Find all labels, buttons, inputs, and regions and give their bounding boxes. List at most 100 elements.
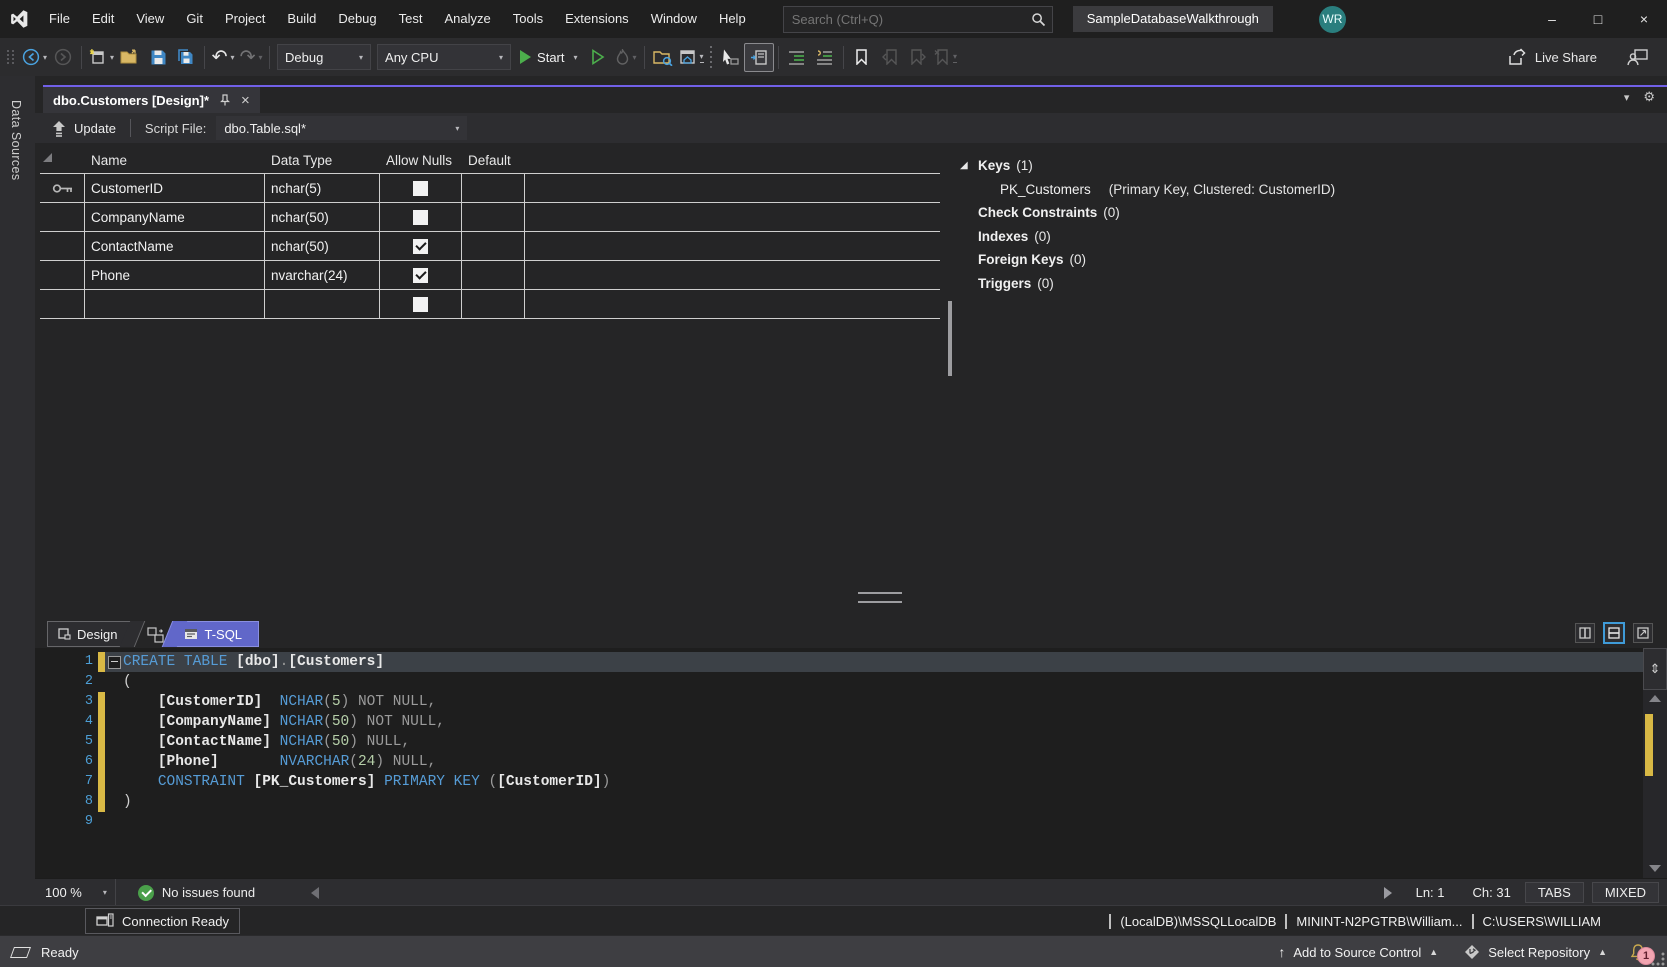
code-line[interactable]: 4 [CompanyName] NCHAR(50) NOT NULL, <box>35 712 1643 732</box>
row-header[interactable] <box>40 203 85 231</box>
cell-data-type[interactable]: nchar(50) <box>265 203 380 231</box>
save-all-button[interactable] <box>172 44 200 71</box>
tab-close-icon[interactable]: × <box>241 92 250 109</box>
editor-vertical-scrollbar[interactable]: ⇕ <box>1643 648 1667 878</box>
tree-item-indexes[interactable]: Indexes(0) <box>960 225 1657 249</box>
add-to-source-control-button[interactable]: ↑ Add to Source Control ▲ <box>1268 936 1448 967</box>
selection-pointer-button[interactable] <box>716 44 744 71</box>
search-box[interactable] <box>783 6 1053 33</box>
start-debugging-button[interactable]: Start ▾ <box>514 44 583 71</box>
resize-grip[interactable] <box>1651 952 1665 966</box>
avatar[interactable]: WR <box>1319 6 1346 33</box>
open-file-button[interactable] <box>116 44 144 71</box>
redo-button[interactable]: ↷ ▾ <box>237 44 265 71</box>
menu-test[interactable]: Test <box>388 0 434 38</box>
toolbar-drag-grip[interactable] <box>7 50 15 64</box>
new-project-button[interactable]: ▾ <box>86 44 116 71</box>
cell-data-type[interactable] <box>265 290 380 318</box>
horizontal-splitter-grip[interactable] <box>858 592 902 603</box>
split-pane-horizontal-button[interactable] <box>1603 622 1625 644</box>
swap-panes-icon[interactable] <box>147 627 164 643</box>
cell-default[interactable] <box>462 203 525 231</box>
close-button[interactable]: × <box>1621 0 1667 38</box>
editor-split-handle[interactable]: ⇕ <box>1643 648 1667 690</box>
allow-nulls-checkbox[interactable] <box>413 239 428 254</box>
tab-data-sources[interactable]: Data Sources <box>9 100 23 181</box>
code-line[interactable]: 3 [CustomerID] NCHAR(5) NOT NULL, <box>35 692 1643 712</box>
cell-trailing[interactable] <box>525 290 940 318</box>
split-pane-vertical-button[interactable] <box>1575 623 1595 643</box>
code-pane-toggle-button[interactable] <box>744 43 774 72</box>
row-header[interactable] <box>40 174 85 202</box>
row-header[interactable] <box>40 290 85 318</box>
scroll-down-arrow[interactable] <box>1643 860 1667 876</box>
search-input[interactable] <box>790 11 1031 28</box>
maximize-button[interactable]: □ <box>1575 0 1621 38</box>
unindent-button[interactable] <box>811 44 839 71</box>
zoom-dropdown[interactable]: 100 % ▾ <box>35 879 116 906</box>
live-share-button[interactable]: Live Share <box>1508 48 1597 66</box>
cell-name[interactable] <box>85 290 265 318</box>
cell-name[interactable]: Phone <box>85 261 265 289</box>
solution-name[interactable]: SampleDatabaseWalkthrough <box>1073 6 1273 32</box>
navigate-forward-button[interactable] <box>49 44 77 71</box>
solution-platform-dropdown[interactable]: Any CPU▾ <box>377 44 511 70</box>
cell-default[interactable] <box>462 261 525 289</box>
allow-nulls-checkbox[interactable] <box>413 297 428 312</box>
undo-caret[interactable]: ▾ <box>230 53 234 62</box>
tree-item-foreign-keys[interactable]: Foreign Keys(0) <box>960 248 1657 272</box>
cell-trailing[interactable] <box>525 261 940 289</box>
pin-icon[interactable] <box>219 94 231 106</box>
document-options-gear-icon[interactable]: ⚙ <box>1643 89 1655 105</box>
cell-allow-nulls[interactable] <box>380 261 462 289</box>
designer-vertical-splitter[interactable] <box>948 301 952 376</box>
cell-data-type[interactable]: nvarchar(24) <box>265 261 380 289</box>
select-repository-button[interactable]: Select Repository ▲ <box>1454 936 1617 967</box>
cell-data-type[interactable]: nchar(5) <box>265 174 380 202</box>
row-header[interactable] <box>40 261 85 289</box>
visual-studio-logo-icon[interactable] <box>0 0 38 38</box>
solution-explorer-button[interactable]: ▾ <box>677 44 706 71</box>
tab-dbo-customers-design[interactable]: dbo.Customers [Design]* × <box>43 87 260 113</box>
code-line[interactable]: 5 [ContactName] NCHAR(50) NULL, <box>35 732 1643 752</box>
scroll-right-arrow[interactable] <box>1384 887 1392 899</box>
cell-default[interactable] <box>462 174 525 202</box>
document-well-dropdown-icon[interactable]: ▾ <box>1624 91 1630 104</box>
new-project-caret[interactable]: ▾ <box>110 53 114 62</box>
cell-name[interactable]: ContactName <box>85 232 265 260</box>
undo-button[interactable]: ↶ ▾ <box>209 44 237 71</box>
tree-item-triggers[interactable]: Triggers(0) <box>960 272 1657 296</box>
code-line[interactable]: 1CREATE TABLE [dbo].[Customers] <box>35 652 1643 672</box>
cell-name[interactable]: CustomerID <box>85 174 265 202</box>
script-file-dropdown[interactable]: dbo.Table.sql* ▾ <box>216 116 467 140</box>
code-line[interactable]: 9 <box>35 812 1643 832</box>
collapse-region-box[interactable] <box>105 656 123 669</box>
tree-item-check-constraints[interactable]: Check Constraints(0) <box>960 201 1657 225</box>
menu-view[interactable]: View <box>125 0 175 38</box>
menu-extensions[interactable]: Extensions <box>554 0 640 38</box>
feedback-button[interactable] <box>1623 44 1651 71</box>
tab-design[interactable]: Design <box>47 621 133 647</box>
row-header[interactable] <box>40 232 85 260</box>
editor-horizontal-scrollbar[interactable] <box>311 887 1391 899</box>
menu-analyze[interactable]: Analyze <box>433 0 501 38</box>
navigate-back-button[interactable]: ▾ <box>20 44 49 71</box>
previous-bookmark-button[interactable] <box>876 44 904 71</box>
solution-configuration-dropdown[interactable]: Debug▾ <box>277 44 371 70</box>
menu-build[interactable]: Build <box>276 0 327 38</box>
cell-allow-nulls[interactable] <box>380 174 462 202</box>
notifications-button[interactable]: 1 <box>1623 936 1653 967</box>
navigate-back-caret[interactable]: ▾ <box>43 53 47 62</box>
code-line[interactable]: 7 CONSTRAINT [PK_Customers] PRIMARY KEY … <box>35 772 1643 792</box>
allow-nulls-checkbox[interactable] <box>413 210 428 225</box>
cell-allow-nulls[interactable] <box>380 203 462 231</box>
find-in-files-button[interactable] <box>649 44 677 71</box>
redo-caret[interactable]: ▾ <box>258 53 262 62</box>
scrollbar-track[interactable] <box>1643 706 1667 848</box>
scroll-up-arrow[interactable] <box>1643 690 1667 706</box>
menu-window[interactable]: Window <box>640 0 708 38</box>
menu-file[interactable]: File <box>38 0 81 38</box>
update-button[interactable]: Update <box>51 120 116 137</box>
tree-child-pk_customers[interactable]: PK_Customers(Primary Key, Clustered: Cus… <box>960 178 1657 202</box>
cell-trailing[interactable] <box>525 174 940 202</box>
